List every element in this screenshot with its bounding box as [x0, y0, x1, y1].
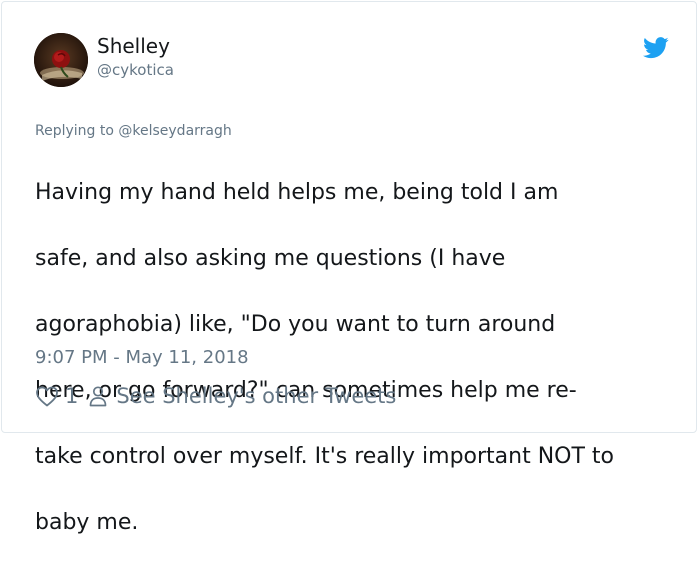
author-handle[interactable]: @cykotica: [97, 61, 174, 79]
tweet-text-line: agoraphobia) like, "Do you want to turn …: [35, 312, 556, 337]
heart-icon[interactable]: [35, 385, 59, 407]
tweet-card: Shelley @cykotica Replying to @kelseydar…: [1, 1, 697, 535]
like-count[interactable]: 1: [65, 384, 78, 408]
tweet-actions: 1 See Shelley's other Tweets: [35, 382, 396, 410]
rose-avatar-image: [34, 33, 88, 87]
see-other-tweets-link[interactable]: See Shelley's other Tweets: [116, 384, 396, 408]
twitter-bird-icon[interactable]: [643, 37, 669, 59]
tweet-text-line: Having my hand held helps me, being told…: [35, 180, 559, 205]
tweet-text-line: baby me.: [35, 510, 139, 535]
author-display-name[interactable]: Shelley: [97, 34, 170, 58]
tweet-text-line: take control over myself. It's really im…: [35, 444, 614, 469]
person-icon: [90, 386, 107, 407]
tweet-timestamp[interactable]: 9:07 PM - May 11, 2018: [35, 346, 249, 370]
avatar[interactable]: [34, 33, 88, 87]
replying-to-line[interactable]: Replying to @kelseydarragh: [35, 122, 232, 140]
tweet-text-line: safe, and also asking me questions (I ha…: [35, 246, 506, 271]
